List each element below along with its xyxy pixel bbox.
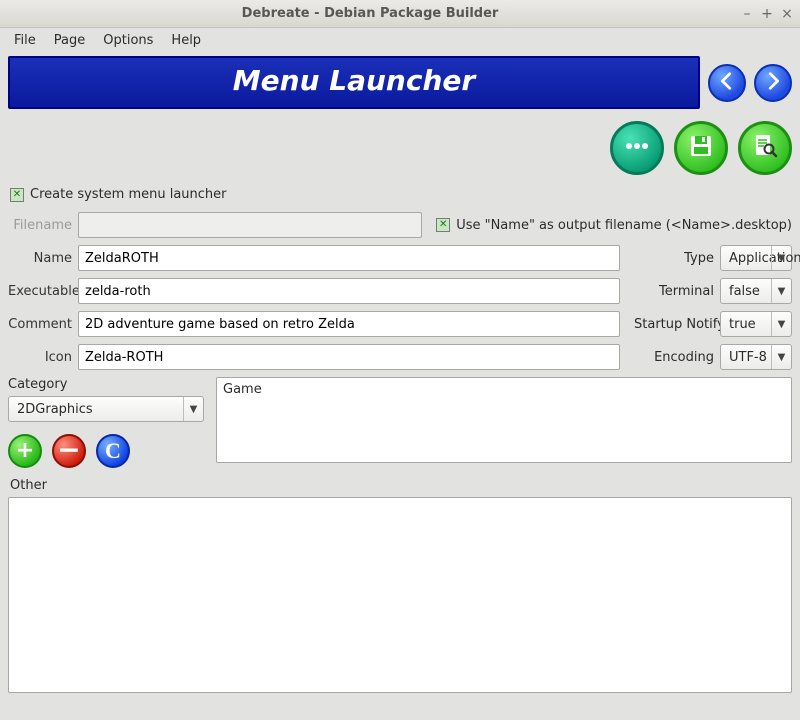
category-select-value: 2DGraphics: [9, 402, 117, 417]
icon-input[interactable]: [78, 344, 620, 370]
minus-icon: −: [57, 436, 80, 464]
document-magnify-icon: [750, 131, 780, 165]
chevron-down-icon: ▼: [771, 312, 791, 336]
list-item[interactable]: Game: [223, 382, 785, 397]
next-page-button[interactable]: [754, 64, 792, 102]
terminal-label: Terminal: [634, 284, 720, 299]
other-label: Other: [10, 478, 792, 493]
menu-page[interactable]: Page: [46, 31, 93, 50]
chevron-down-icon: ▼: [183, 397, 203, 421]
chevron-down-icon: ▼: [771, 345, 791, 369]
more-button[interactable]: [610, 121, 664, 175]
executable-label: Executable: [8, 284, 78, 299]
preview-button[interactable]: [738, 121, 792, 175]
category-select[interactable]: 2DGraphics ▼: [8, 396, 204, 422]
encoding-select[interactable]: UTF-8 ▼: [720, 344, 792, 370]
menubar: File Page Options Help: [0, 28, 800, 52]
window-titlebar: Debreate - Debian Package Builder – + ×: [0, 0, 800, 28]
create-launcher-checkbox[interactable]: [10, 188, 24, 202]
toolbar: [0, 113, 800, 181]
arrow-left-icon: [716, 70, 738, 96]
ellipsis-icon: [622, 131, 652, 165]
startup-notify-label: Startup Notify: [634, 317, 720, 332]
category-clear-button[interactable]: C: [96, 434, 130, 468]
encoding-label: Encoding: [634, 350, 720, 365]
name-input[interactable]: [78, 245, 620, 271]
prev-page-button[interactable]: [708, 64, 746, 102]
plus-icon: +: [16, 440, 34, 462]
use-name-filename-checkbox[interactable]: [436, 218, 450, 232]
type-label: Type: [634, 251, 720, 266]
category-add-button[interactable]: +: [8, 434, 42, 468]
close-icon[interactable]: ×: [780, 7, 794, 21]
page-title-banner: Menu Launcher: [8, 56, 700, 109]
category-remove-button[interactable]: −: [52, 434, 86, 468]
clear-c-icon: C: [105, 440, 121, 462]
category-list[interactable]: Game: [216, 377, 792, 463]
comment-input[interactable]: [78, 311, 620, 337]
category-label: Category: [8, 377, 208, 392]
filename-label: Filename: [8, 218, 78, 233]
other-textarea[interactable]: [8, 497, 792, 693]
icon-label: Icon: [8, 350, 78, 365]
executable-input[interactable]: [78, 278, 620, 304]
chevron-down-icon: ▼: [771, 279, 791, 303]
menu-help[interactable]: Help: [163, 31, 209, 50]
menu-options[interactable]: Options: [95, 31, 161, 50]
window-title: Debreate - Debian Package Builder: [6, 6, 734, 21]
save-button[interactable]: [674, 121, 728, 175]
comment-label: Comment: [8, 317, 78, 332]
chevron-down-icon: ▼: [771, 246, 791, 270]
maximize-icon[interactable]: +: [760, 7, 774, 21]
arrow-right-icon: [762, 70, 784, 96]
floppy-icon: [686, 131, 716, 165]
type-select[interactable]: Application ▼: [720, 245, 792, 271]
use-name-filename-label: Use "Name" as output filename (<Name>.de…: [456, 218, 792, 233]
minimize-icon[interactable]: –: [740, 7, 754, 21]
filename-input: [78, 212, 422, 238]
terminal-select[interactable]: false ▼: [720, 278, 792, 304]
name-label: Name: [8, 251, 78, 266]
startup-notify-select[interactable]: true ▼: [720, 311, 792, 337]
create-launcher-label: Create system menu launcher: [30, 187, 227, 202]
menu-file[interactable]: File: [6, 31, 44, 50]
